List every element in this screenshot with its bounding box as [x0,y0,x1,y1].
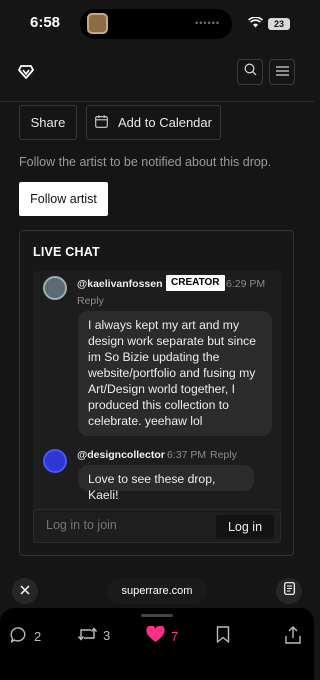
repost-button[interactable]: 3 [77,626,111,645]
share-icon [285,626,301,647]
add-to-calendar-button[interactable]: Add to Calendar [86,105,221,140]
search-icon [244,63,257,81]
share-icon-button[interactable] [285,626,301,647]
avatar[interactable] [43,276,67,300]
chat-input[interactable] [46,518,206,532]
calendar-icon [95,114,108,131]
message-username[interactable]: @designcollector [77,449,165,461]
follow-note: Follow the artist to be notified about t… [19,155,272,169]
url-pill[interactable]: superrare.com [107,578,207,604]
battery-icon: 23 [268,18,290,30]
sheet-grabber[interactable] [141,614,173,617]
login-button[interactable]: Log in [216,515,274,539]
bookmark-button[interactable] [216,626,230,646]
chat-messages: @kaelivanfossen CREATOR 6:29 PM Reply I … [33,271,281,543]
reader-icon [283,582,295,600]
bookmark-icon [216,626,230,646]
creator-badge: CREATOR [166,275,225,291]
repost-icon [77,626,98,645]
reply-link[interactable]: Reply [77,295,104,307]
message-time: 6:29 PM [226,278,266,290]
diamond-logo-icon[interactable] [18,64,34,80]
hamburger-menu-icon [275,63,289,81]
reply-link[interactable]: Reply [210,449,237,461]
now-playing-thumbnail [87,13,108,34]
island-dots: •••••• [195,18,220,28]
reader-mode-button[interactable] [276,578,302,604]
status-bar: 6:58 •••••• 23 [0,0,314,44]
comment-icon [10,626,28,647]
like-count: 7 [171,628,179,644]
like-button[interactable]: 7 [146,625,179,646]
close-browser-button[interactable] [12,578,38,604]
add-to-calendar-label: Add to Calendar [118,115,212,130]
repost-count: 3 [103,628,111,643]
message-username[interactable]: @kaelivanfossen [77,278,163,290]
follow-artist-label: Follow artist [30,192,97,206]
avatar[interactable] [43,449,67,473]
chat-input-row: Log in [33,509,281,543]
message-time: 6:37 PM [167,449,207,461]
message-bubble: Love to see these drop, Kaeli! [78,465,254,502]
wifi-icon [248,15,263,33]
social-action-bar: 2 3 7 [0,608,314,680]
live-chat-panel: LIVE CHAT @kaelivanfossen CREATOR 6:29 P… [19,230,294,556]
heart-icon [146,625,165,646]
close-icon [20,582,30,600]
share-button[interactable]: Share [19,105,77,140]
follow-artist-button[interactable]: Follow artist [19,182,108,216]
menu-button[interactable] [269,59,295,85]
comment-count: 2 [34,629,42,644]
dynamic-island: •••••• [80,9,232,39]
status-time: 6:58 [30,14,61,31]
site-header [0,48,314,102]
status-indicators: 23 [248,15,290,33]
chat-title: LIVE CHAT [33,245,100,259]
message-bubble: I always kept my art and my design work … [78,311,272,436]
search-button[interactable] [237,59,263,85]
share-button-label: Share [30,115,66,130]
comment-button[interactable]: 2 [10,626,41,647]
login-label: Log in [227,520,263,534]
